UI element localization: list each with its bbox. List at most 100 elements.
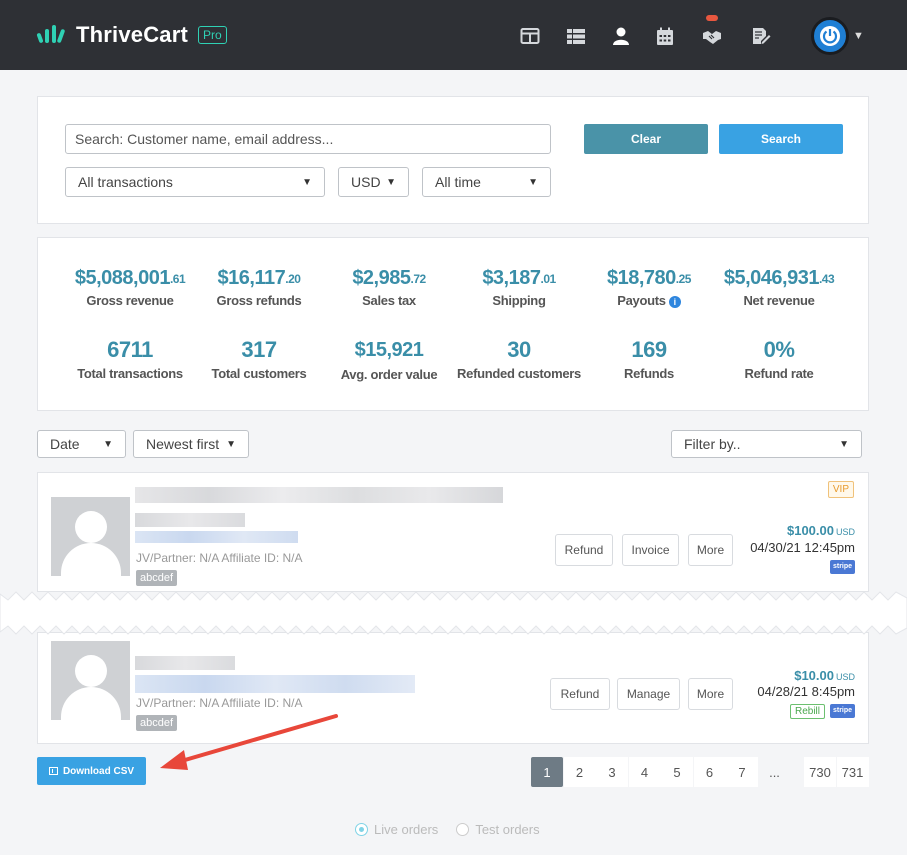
- chevron-down-icon: ▼: [302, 176, 312, 188]
- torn-edge-separator: [0, 591, 907, 635]
- handshake-icon[interactable]: [702, 26, 722, 46]
- pro-badge: Pro: [198, 26, 227, 44]
- sort-field-select[interactable]: Date ▼: [37, 430, 126, 458]
- more-button[interactable]: More: [688, 678, 733, 710]
- vip-badge: VIP: [827, 481, 854, 498]
- search-button[interactable]: Search: [719, 124, 843, 154]
- live-orders-label: Live orders: [374, 822, 439, 837]
- user-icon[interactable]: [611, 26, 631, 46]
- stat-label: Total transactions: [77, 366, 183, 381]
- sort-order-select[interactable]: Newest first ▼: [133, 430, 249, 458]
- stat-total-transactions: 6711 Total transactions: [65, 337, 195, 381]
- transactions-select-value: All transactions: [78, 174, 173, 190]
- power-icon: [820, 26, 840, 46]
- account-avatar[interactable]: [811, 17, 849, 55]
- stat-payouts: $18,780.25 Payouts i: [584, 267, 714, 308]
- stat-sales-tax: $2,985.72 Sales tax: [324, 267, 454, 308]
- pagination: 1 2 3 4 5 6 7 ...: [531, 757, 791, 787]
- stat-value: 30: [507, 337, 531, 362]
- page-button[interactable]: 730: [804, 757, 836, 787]
- order-date: 04/28/21 8:45pm: [757, 684, 855, 699]
- order-row[interactable]: JV/Partner: N/A Affiliate ID: N/A abcdef…: [37, 472, 869, 592]
- top-bar: ThriveCart Pro ▼: [0, 0, 907, 70]
- more-button[interactable]: More: [688, 534, 733, 566]
- stat-value: $5,046,931.43: [723, 267, 835, 289]
- order-meta: JV/Partner: N/A Affiliate ID: N/A: [136, 551, 303, 565]
- stat-label: Sales tax: [362, 293, 416, 308]
- customer-avatar: [51, 497, 130, 576]
- page-ellipsis: ...: [769, 764, 780, 780]
- refund-button[interactable]: Refund: [550, 678, 610, 710]
- stripe-badge: stripe: [830, 704, 855, 718]
- test-orders-label: Test orders: [475, 822, 540, 837]
- stat-refunded-customers: 30 Refunded customers: [454, 337, 584, 381]
- stat-value: 0%: [763, 337, 795, 362]
- redacted-customer-email: [135, 675, 415, 693]
- invoice-button[interactable]: Invoice: [622, 534, 679, 566]
- stat-label: Gross revenue: [86, 293, 174, 308]
- currency-select-value: USD: [351, 174, 381, 190]
- page-button[interactable]: 5: [661, 757, 693, 787]
- stat-gross-revenue: $5,088,001.61 Gross revenue: [65, 267, 195, 308]
- stat-label: Avg. order value: [340, 367, 438, 382]
- stat-label: Net revenue: [743, 293, 815, 308]
- test-orders-radio[interactable]: Test orders: [456, 822, 540, 837]
- live-orders-radio[interactable]: Live orders: [355, 822, 438, 837]
- rebill-badge: Rebill: [789, 704, 825, 719]
- stat-value: $18,780.25: [607, 267, 691, 289]
- calendar-icon[interactable]: [655, 26, 675, 46]
- page-button[interactable]: 3: [596, 757, 628, 787]
- manage-button[interactable]: Manage: [617, 678, 680, 710]
- page-button[interactable]: 6: [693, 757, 726, 787]
- stat-gross-refunds: $16,117.20 Gross refunds: [194, 267, 324, 308]
- stat-value: 6711: [107, 337, 153, 362]
- page-button[interactable]: 1: [531, 757, 563, 787]
- download-csv-button[interactable]: Download CSV: [37, 757, 146, 785]
- page-button[interactable]: 731: [836, 757, 869, 787]
- period-select[interactable]: All time ▼: [422, 167, 551, 197]
- stat-label: Gross refunds: [216, 293, 302, 308]
- stat-avg-order-value: $15,921 Avg. order value: [324, 337, 454, 382]
- stat-label: Refunded customers: [457, 366, 581, 381]
- sort-field-value: Date: [50, 436, 80, 452]
- order-date: 04/30/21 12:45pm: [750, 540, 855, 555]
- search-input[interactable]: Search: Customer name, email address...: [65, 124, 551, 154]
- stat-refund-rate: 0% Refund rate: [714, 337, 844, 381]
- stat-total-customers: 317 Total customers: [194, 337, 324, 381]
- edit-document-icon[interactable]: [751, 26, 771, 46]
- page-button[interactable]: 2: [563, 757, 596, 787]
- chevron-down-icon: ▼: [839, 438, 849, 450]
- redacted-customer-detail: [135, 513, 245, 527]
- stat-value: $16,117.20: [217, 267, 301, 289]
- table-icon: [48, 767, 58, 775]
- stat-shipping: $3,187.01 Shipping: [454, 267, 584, 308]
- annotation-arrow: [160, 714, 338, 770]
- page-button[interactable]: 4: [628, 757, 661, 787]
- chevron-down-icon[interactable]: ▼: [853, 30, 864, 42]
- clear-button[interactable]: Clear: [584, 124, 708, 154]
- stripe-badge: stripe: [830, 560, 855, 574]
- stat-label: Shipping: [492, 293, 546, 308]
- notification-dot: [706, 15, 718, 21]
- currency-select[interactable]: USD ▼: [338, 167, 409, 197]
- chevron-down-icon: ▼: [226, 438, 236, 450]
- layout-icon[interactable]: [520, 26, 540, 46]
- stat-label: Payouts i: [584, 293, 714, 308]
- stat-value: $3,187.01: [482, 267, 556, 289]
- logo-mark-icon: [36, 23, 68, 47]
- table-list-icon[interactable]: [566, 26, 586, 46]
- transactions-select[interactable]: All transactions ▼: [65, 167, 325, 197]
- info-icon[interactable]: i: [668, 295, 681, 308]
- page-button[interactable]: 7: [726, 757, 758, 787]
- refund-button[interactable]: Refund: [555, 534, 613, 566]
- stat-net-revenue: $5,046,931.43 Net revenue: [714, 267, 844, 308]
- redacted-customer-name: [135, 487, 503, 503]
- order-mode-toggle: Live orders Test orders: [355, 822, 540, 837]
- stat-value: 317: [241, 337, 277, 362]
- stat-label: Total customers: [211, 366, 307, 381]
- stat-value: $15,921: [354, 339, 424, 361]
- filter-select[interactable]: Filter by.. ▼: [671, 430, 862, 458]
- redacted-customer-detail: [135, 656, 235, 670]
- customer-avatar: [51, 641, 130, 720]
- logo[interactable]: ThriveCart Pro: [36, 22, 227, 48]
